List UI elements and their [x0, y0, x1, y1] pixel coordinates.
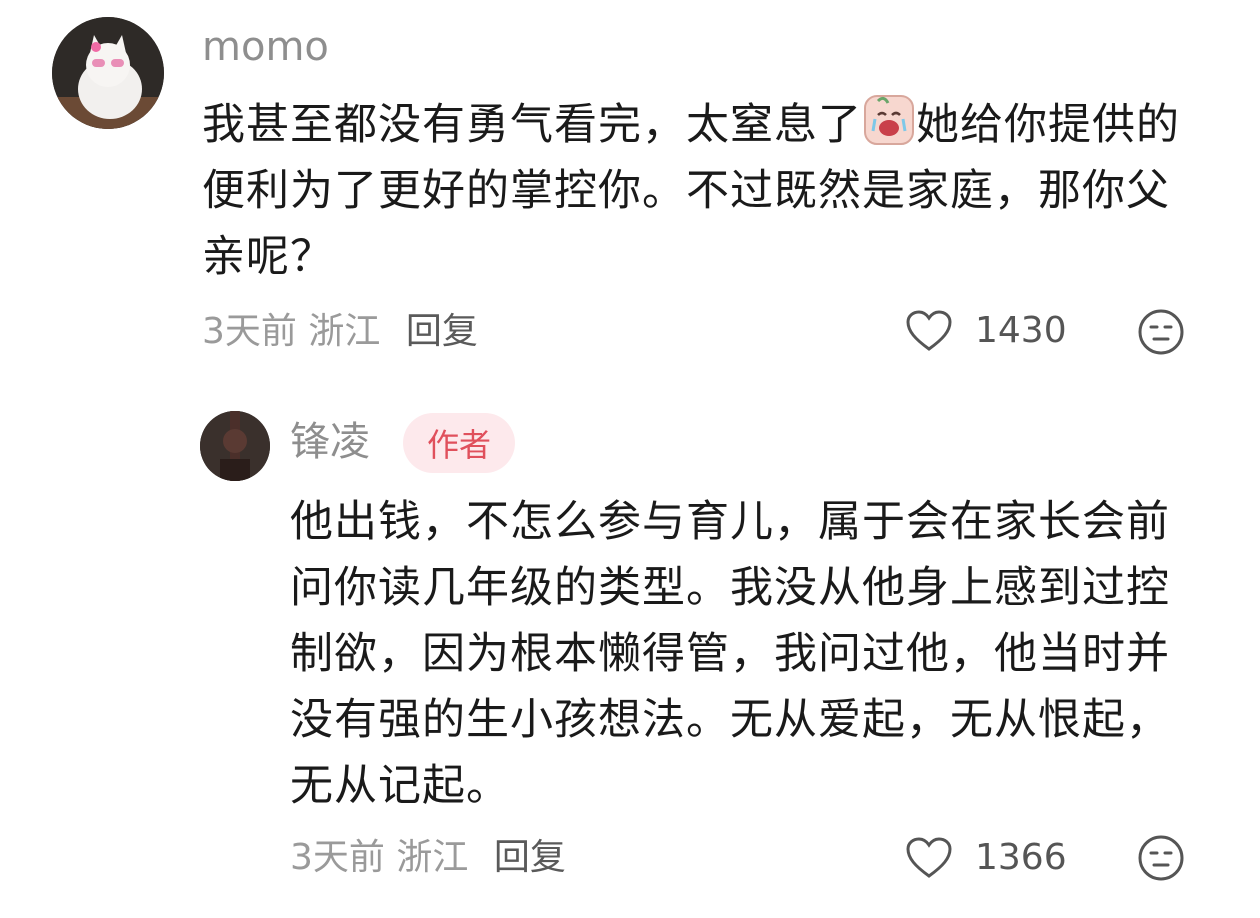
comment2-meta: 3天前 浙江 回复 [290, 840, 566, 876]
crying-face-emoji [864, 95, 914, 145]
avatar-author[interactable] [200, 411, 270, 481]
dislike-face-icon [1138, 309, 1184, 355]
comment2-text: 他出钱，不怎么参与育儿，属于会在家长会前问你读几年级的类型。我没从他身上感到过控… [290, 497, 1170, 811]
comment1-reply-button[interactable]: 回复 [406, 311, 478, 352]
heart-icon [906, 837, 952, 878]
comment2-reply-button[interactable]: 回复 [494, 837, 566, 878]
comment1-text: 我甚至都没有勇气看完，太窒息了 她给你提供的便利为了更好的掌控你。不过既然是家庭… [202, 92, 1202, 290]
comment1-location: 浙江 [308, 311, 381, 352]
comment1-like-count: 1430 [975, 310, 1067, 351]
comment2-time: 3天前 [290, 837, 385, 878]
avatar-momo[interactable] [52, 17, 164, 129]
author-badge: 作者 [403, 413, 515, 473]
comment1-username[interactable]: momo [202, 27, 329, 67]
comment2-like-count: 1366 [975, 837, 1067, 878]
comment2-username[interactable]: 锋凌 [290, 422, 370, 462]
comment2-dislike-button[interactable] [1137, 834, 1185, 886]
heart-icon [906, 310, 952, 351]
comment2-like-button[interactable]: 1366 [905, 836, 1067, 880]
comment1-meta: 3天前 浙江 回复 [202, 314, 478, 350]
comment1-dislike-button[interactable] [1137, 308, 1185, 360]
comment1-like-button[interactable]: 1430 [905, 309, 1067, 353]
comment2-location: 浙江 [396, 837, 469, 878]
comment1-text-a: 我甚至都没有勇气看完，太窒息了 [202, 100, 862, 150]
dislike-face-icon [1138, 835, 1184, 881]
comment1-time: 3天前 [202, 311, 297, 352]
